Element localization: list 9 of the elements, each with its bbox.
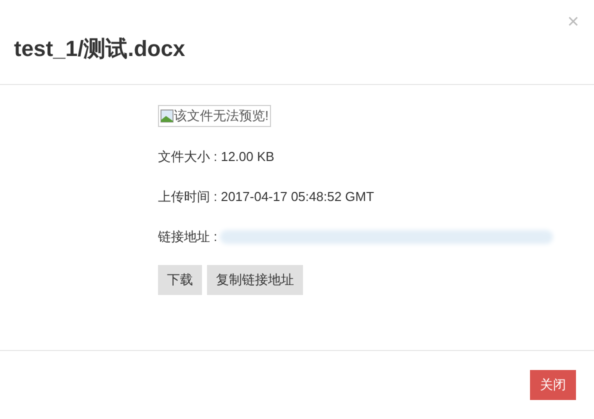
detail-text: 链接地址 : (158, 228, 218, 246)
action-button[interactable]: 复制链接地址 (207, 264, 303, 294)
dialog-title: test_1/测试.docx (14, 34, 186, 62)
action-button[interactable]: 下载 (158, 264, 202, 294)
detail-text: 文件大小 : 12.00 KB (158, 148, 274, 166)
detail-text: 上传时间 : 2017-04-17 05:48:52 GMT (158, 188, 374, 206)
close-dialog-button[interactable]: 关闭 (530, 370, 576, 400)
broken-image-icon (160, 109, 174, 123)
alt-text: 该文件无法预览! (174, 107, 269, 126)
